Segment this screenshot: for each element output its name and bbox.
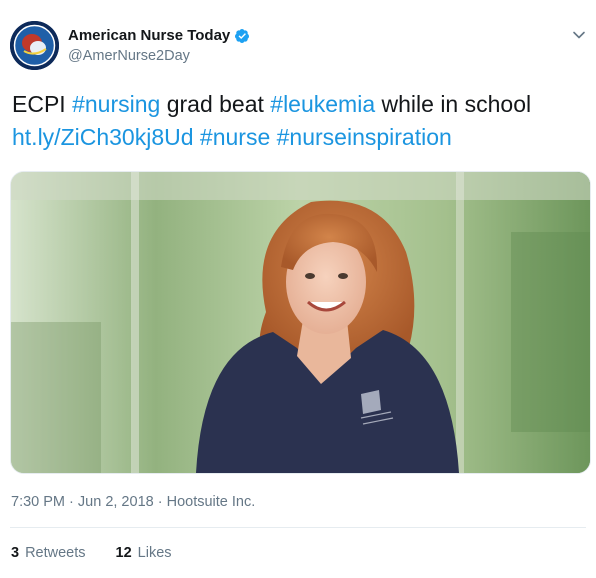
tweet-time-link[interactable]: 7:30 PM: [11, 494, 65, 510]
likes-stat[interactable]: 12 Likes: [116, 545, 172, 561]
hashtag-link[interactable]: #nurse: [200, 124, 270, 150]
author-handle[interactable]: @AmerNurse2Day: [68, 48, 190, 64]
tweet-text-segment: while in school: [375, 91, 532, 117]
hashtag-link[interactable]: #nursing: [72, 91, 160, 117]
retweets-label: Retweets: [25, 545, 86, 561]
hashtag-link[interactable]: #leukemia: [270, 91, 375, 117]
hashtag-link[interactable]: #nurseinspiration: [277, 124, 452, 150]
tweet-text-segment: grad beat: [160, 91, 271, 117]
avatar[interactable]: [10, 21, 59, 70]
photo-illustration: [11, 172, 590, 473]
tweet-stats: 3 Retweets 12 Likes: [11, 545, 172, 561]
avatar-logo-icon: [10, 21, 59, 70]
tweet-text-segment: ECPI: [12, 91, 73, 117]
likes-count: 12: [115, 545, 132, 561]
meta-separator: ·: [69, 494, 74, 510]
meta-separator: ·: [157, 494, 163, 510]
tweet-photo[interactable]: [10, 171, 591, 474]
divider: [10, 527, 586, 528]
chevron-down-icon[interactable]: [572, 28, 586, 42]
tweet-card: American Nurse Today @AmerNurse2Day ECPI…: [0, 0, 596, 578]
tweet-timestamp: 7:30 PM · Jun 2, 2018 · Hootsuite Inc.: [11, 494, 255, 510]
retweets-count: 3: [11, 545, 20, 561]
tweet-text: ECPI #nursing grad beat #leukemia while …: [12, 88, 582, 154]
display-name[interactable]: American Nurse Today: [68, 27, 230, 44]
url-link[interactable]: ht.ly/ZiCh30kj8Ud: [12, 124, 194, 150]
tweet-date-link[interactable]: Jun 2, 2018: [78, 494, 154, 510]
verified-badge-icon: [235, 28, 250, 43]
tweet-source-link[interactable]: Hootsuite Inc.: [167, 494, 256, 510]
retweets-stat[interactable]: 3 Retweets: [11, 545, 86, 561]
likes-label: Likes: [137, 545, 172, 561]
author-name-row[interactable]: American Nurse Today: [68, 27, 250, 44]
